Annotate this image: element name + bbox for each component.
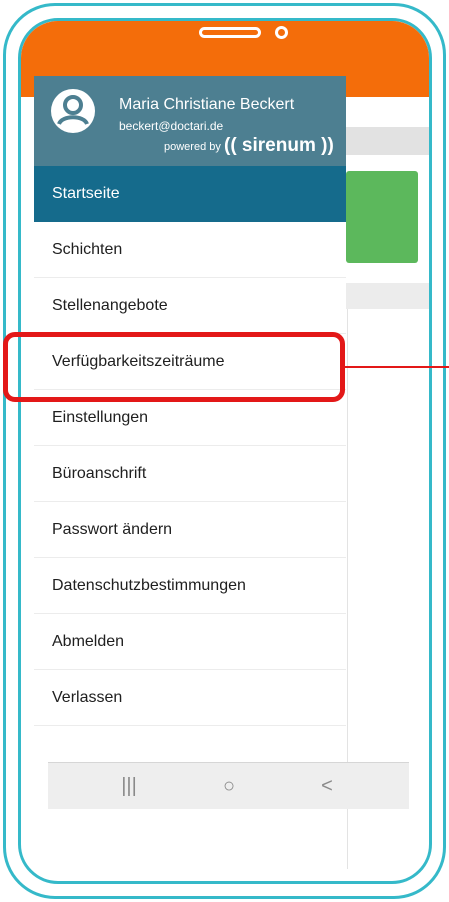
speaker-icon bbox=[199, 27, 261, 38]
menu-item-abmelden[interactable]: Abmelden bbox=[34, 614, 346, 670]
menu-item-stellenangebote[interactable]: Stellenangebote bbox=[34, 278, 346, 334]
menu-item-startseite[interactable]: Startseite bbox=[34, 166, 346, 222]
highlight-box bbox=[3, 332, 345, 402]
app-content-strip-lower bbox=[346, 283, 429, 309]
user-avatar-icon[interactable] bbox=[50, 88, 96, 134]
menu-item-bueroanschrift[interactable]: Büroanschrift bbox=[34, 446, 346, 502]
camera-icon bbox=[275, 26, 288, 39]
user-name: Maria Christiane Beckert bbox=[119, 96, 295, 113]
android-nav-bar: ||| ○ < bbox=[48, 762, 409, 809]
powered-by-label: powered by bbox=[164, 141, 221, 153]
user-email: beckert@doctari.de bbox=[119, 119, 224, 133]
menu-item-schichten[interactable]: Schichten bbox=[34, 222, 346, 278]
app-green-card[interactable] bbox=[346, 171, 418, 263]
brand-logo: (( sirenum )) bbox=[224, 135, 334, 156]
app-content-strip bbox=[346, 127, 429, 155]
menu-item-verlassen[interactable]: Verlassen bbox=[34, 670, 346, 726]
back-icon[interactable]: < bbox=[312, 771, 342, 801]
navigation-drawer: Maria Christiane Beckert beckert@doctari… bbox=[34, 76, 346, 846]
recents-icon[interactable]: ||| bbox=[114, 771, 144, 801]
drawer-header: Maria Christiane Beckert beckert@doctari… bbox=[34, 76, 346, 166]
home-icon[interactable]: ○ bbox=[214, 771, 244, 801]
menu-item-passwort-aendern[interactable]: Passwort ändern bbox=[34, 502, 346, 558]
menu-item-datenschutz[interactable]: Datenschutzbestimmungen bbox=[34, 558, 346, 614]
highlight-pointer-line bbox=[345, 366, 449, 368]
